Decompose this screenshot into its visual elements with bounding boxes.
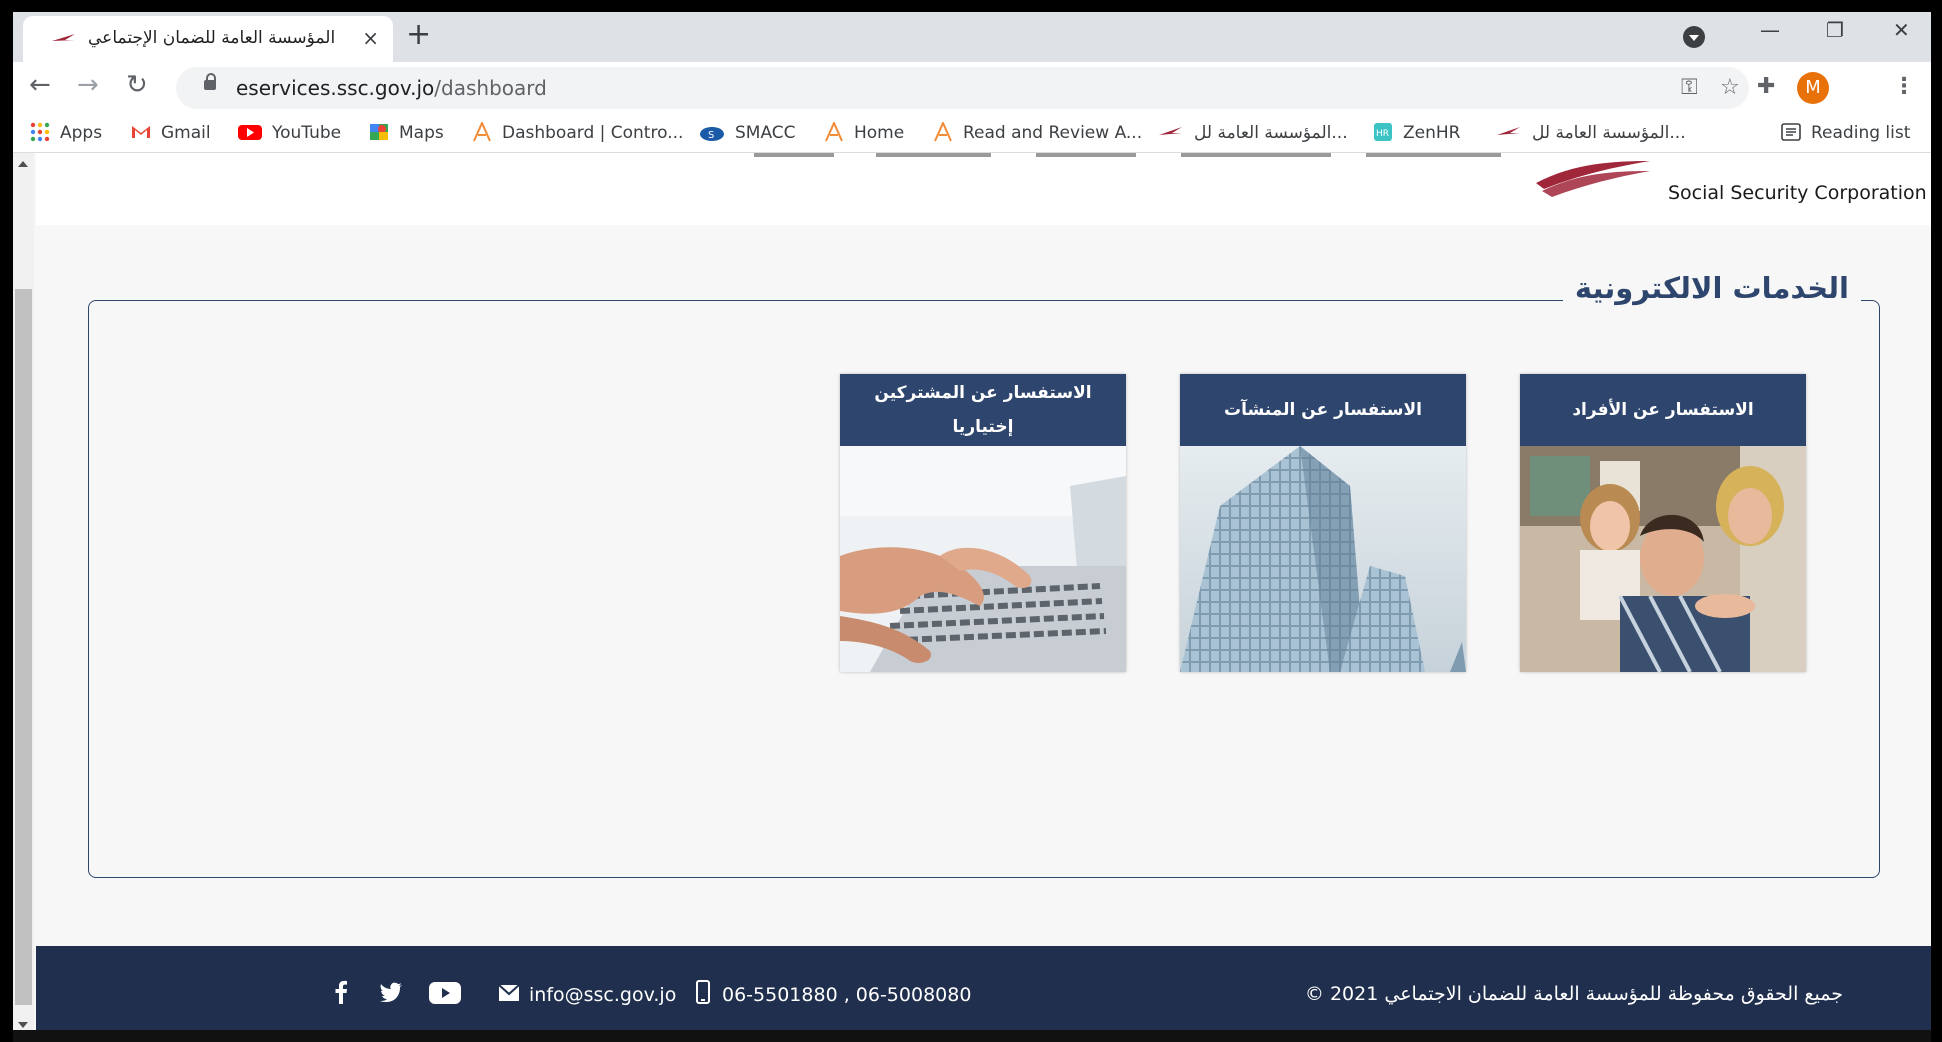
scroll-down-icon[interactable] xyxy=(18,1022,28,1028)
envelope-icon xyxy=(498,984,520,1001)
reading-list-icon xyxy=(1781,123,1801,141)
card-establishments-inquiry[interactable]: الاستفسار عن المنشآت xyxy=(1180,374,1466,672)
nav-item-cutoff[interactable] xyxy=(1366,153,1501,162)
building-photo[interactable] xyxy=(1180,446,1466,672)
lock-icon xyxy=(204,73,216,90)
bookmark-dashboard[interactable]: Dashboard | Contro... xyxy=(472,122,683,143)
address-bar[interactable]: eservices.ssc.gov.jo/dashboard ⚿ ☆ xyxy=(176,67,1749,109)
vertical-scrollbar[interactable] xyxy=(13,153,34,1042)
svg-text:HR: HR xyxy=(1376,129,1389,139)
nav-item-cutoff[interactable] xyxy=(1036,153,1136,162)
apps-grid-icon xyxy=(30,122,50,142)
nav-item-cutoff[interactable] xyxy=(1181,153,1331,162)
ssc-logo-icon xyxy=(1536,161,1650,197)
bookmark-gmail[interactable]: Gmail xyxy=(131,122,211,143)
nav-item-cutoff[interactable] xyxy=(754,153,834,162)
ssc-favicon-icon xyxy=(52,34,75,41)
a-logo-icon xyxy=(825,122,843,142)
ssc-logo-icon xyxy=(1497,127,1520,135)
bookmark-ssc-2[interactable]: المؤسسة العامة لل... xyxy=(1496,122,1686,143)
card-individuals-inquiry[interactable]: الاستفسار عن الأفراد xyxy=(1520,374,1806,672)
site-footer: جميع الحقوق محفوظة للمؤسسة العامة للضمان… xyxy=(36,946,1931,1042)
reload-icon[interactable]: ↻ xyxy=(126,70,148,100)
restore-button[interactable]: ❐ xyxy=(1826,18,1844,42)
bookmark-home[interactable]: Home xyxy=(824,122,904,143)
reading-list[interactable]: Reading list xyxy=(1781,122,1910,143)
tab-search-icon[interactable] xyxy=(1683,26,1705,48)
bookmark-star-icon[interactable]: ☆ xyxy=(1720,75,1740,100)
site-header: Social Security Corporation xyxy=(36,153,1931,225)
facebook-icon[interactable] xyxy=(334,980,348,1004)
section-title: الخدمات الالكترونية xyxy=(1562,271,1861,305)
youtube-icon[interactable] xyxy=(429,981,461,1005)
family-photo[interactable] xyxy=(1520,446,1806,672)
bookmark-ssc-1[interactable]: المؤسسة العامة لل... xyxy=(1158,122,1348,143)
card-title[interactable]: الاستفسار عن المنشآت xyxy=(1180,374,1466,446)
page-viewport: Social Security Corporation الخدمات الال… xyxy=(13,153,1931,1042)
laptop-typing-photo[interactable] xyxy=(840,446,1126,672)
a-logo-icon xyxy=(473,122,491,142)
bookmark-read-review[interactable]: Read and Review A... xyxy=(933,122,1142,143)
menu-kebab-icon[interactable]: ⋮ xyxy=(1893,74,1915,99)
extensions-puzzle-icon[interactable]: ✚ xyxy=(1757,74,1775,99)
copyright-text: جميع الحقوق محفوظة للمؤسسة العامة للضمان… xyxy=(1304,983,1843,1005)
url-text[interactable]: eservices.ssc.gov.jo/dashboard xyxy=(236,76,547,100)
tab-close-icon[interactable]: × xyxy=(362,26,379,50)
a-logo-icon xyxy=(934,122,952,142)
profile-avatar[interactable]: M xyxy=(1797,72,1829,104)
scroll-thumb[interactable] xyxy=(15,289,32,1005)
bookmark-youtube[interactable]: YouTube xyxy=(238,122,341,143)
maps-icon xyxy=(370,124,388,140)
taskbar-edge xyxy=(13,1030,1931,1042)
gmail-icon xyxy=(132,126,150,138)
bookmark-maps[interactable]: Maps xyxy=(369,122,444,143)
new-tab-button[interactable]: + xyxy=(406,20,431,50)
ssc-logo-icon xyxy=(1159,127,1182,135)
card-optional-subscribers-inquiry[interactable]: الاستفسار عن المشتركين إختياريا xyxy=(840,374,1126,672)
bookmark-zenhr[interactable]: HR ZenHR xyxy=(1373,122,1460,143)
twitter-icon[interactable] xyxy=(379,982,403,1002)
scroll-up-icon[interactable] xyxy=(18,161,28,167)
bookmarks-bar: Apps Gmail YouTube Maps Dashboard | Cont… xyxy=(13,114,1931,153)
youtube-icon xyxy=(238,125,262,140)
bookmark-apps[interactable]: Apps xyxy=(30,122,102,143)
card-title[interactable]: الاستفسار عن الأفراد xyxy=(1520,374,1806,446)
tab-strip: المؤسسة العامة للضمان الإجتماعي × + — ❐ … xyxy=(13,12,1931,62)
nav-item-cutoff[interactable] xyxy=(876,153,991,162)
logo-text: Social Security Corporation xyxy=(1668,182,1927,204)
minimize-button[interactable]: — xyxy=(1760,18,1780,42)
browser-tab[interactable]: المؤسسة العامة للضمان الإجتماعي × xyxy=(23,16,393,62)
mobile-phone-icon xyxy=(696,980,710,1004)
back-arrow-icon[interactable]: ← xyxy=(29,70,51,100)
svg-text:S: S xyxy=(708,130,714,141)
forward-arrow-icon[interactable]: → xyxy=(77,70,99,100)
key-icon[interactable]: ⚿ xyxy=(1681,75,1698,100)
tab-title: المؤسسة العامة للضمان الإجتماعي xyxy=(88,28,336,48)
browser-toolbar: ← → ↻ eservices.ssc.gov.jo/dashboard ⚿ ☆… xyxy=(13,62,1931,114)
close-window-button[interactable]: ✕ xyxy=(1893,18,1910,42)
footer-email[interactable]: info@ssc.gov.jo xyxy=(529,984,676,1006)
bookmark-smacc[interactable]: S SMACC xyxy=(699,122,796,143)
browser-window: المؤسسة العامة للضمان الإجتماعي × + — ❐ … xyxy=(13,12,1931,1042)
footer-phones[interactable]: 06-5501880 , 06-5008080 xyxy=(722,984,971,1006)
smacc-icon: S xyxy=(700,127,724,141)
card-title[interactable]: الاستفسار عن المشتركين إختياريا xyxy=(840,374,1126,446)
zenhr-icon: HR xyxy=(1374,123,1392,141)
